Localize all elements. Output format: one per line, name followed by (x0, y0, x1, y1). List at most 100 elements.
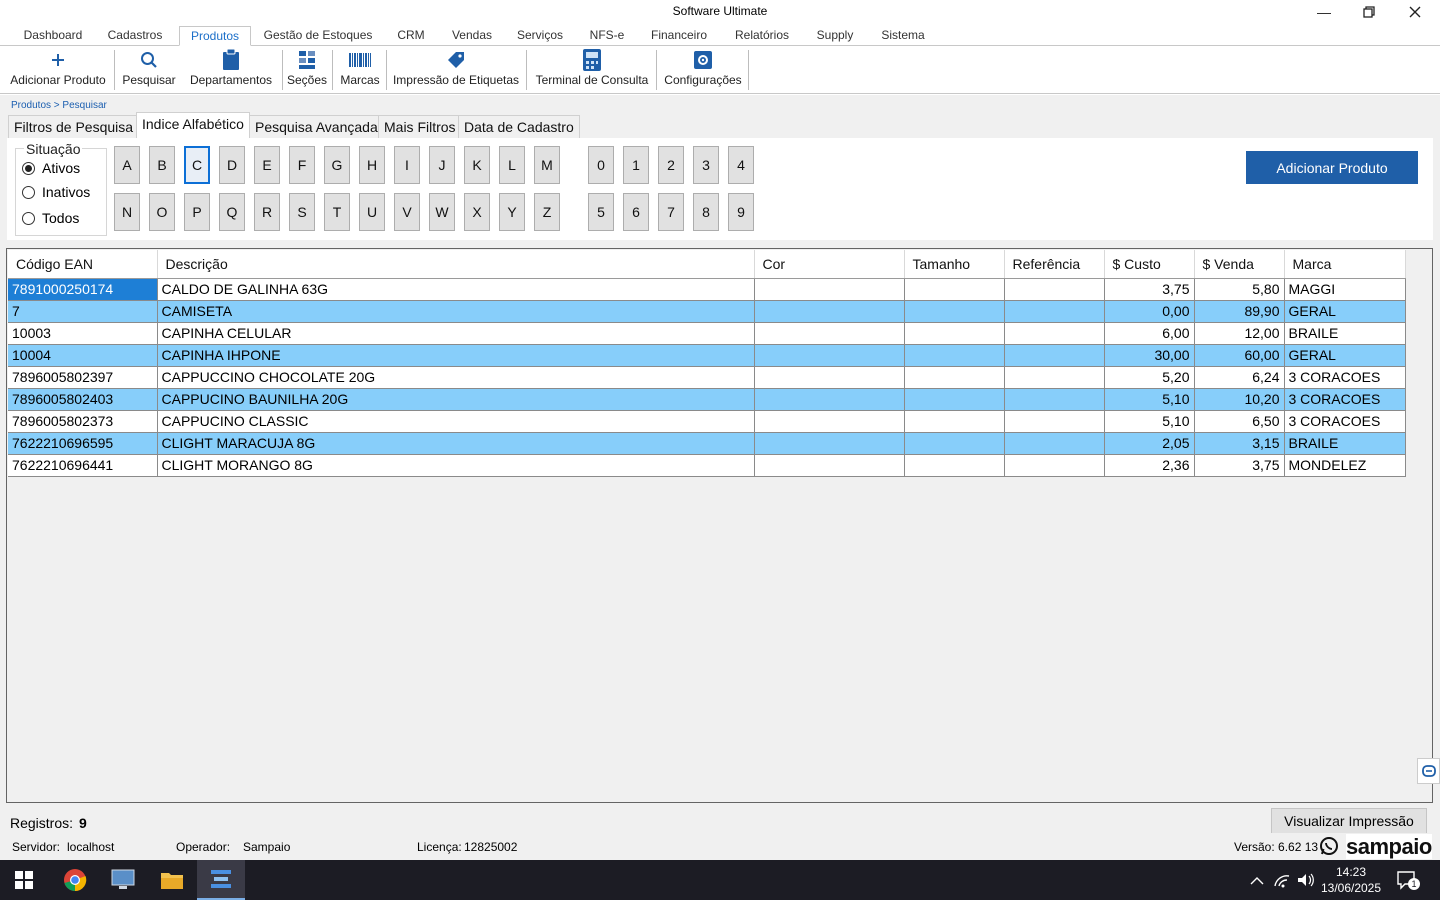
table-cell[interactable] (1004, 410, 1105, 433)
table-cell[interactable]: 3 CORACOES (1284, 388, 1406, 411)
table-cell[interactable] (754, 278, 905, 301)
table-cell[interactable]: 5,10 (1104, 388, 1195, 411)
table-cell[interactable]: 10003 (8, 322, 158, 345)
index-key-3[interactable]: 3 (693, 146, 719, 184)
table-cell[interactable]: BRAILE (1284, 322, 1406, 345)
table-row[interactable]: 10004 CAPINHA IHPONE 30,00 60,00 GERAL (8, 344, 1406, 367)
table-cell[interactable]: 5,80 (1194, 278, 1285, 301)
table-cell[interactable]: 6,24 (1194, 366, 1285, 389)
menu-crm[interactable]: CRM (390, 26, 432, 46)
table-cell[interactable] (904, 454, 1005, 477)
index-key-w[interactable]: W (429, 193, 455, 231)
index-key-t[interactable]: T (324, 193, 350, 231)
table-row[interactable]: 7896005802397 CAPPUCCINO CHOCOLATE 20G 5,2… (8, 366, 1406, 389)
table-cell[interactable]: 30,00 (1104, 344, 1195, 367)
taskbar-clock[interactable]: 14:23 13/06/2025 (1318, 864, 1384, 896)
table-cell[interactable] (754, 454, 905, 477)
table-cell[interactable] (904, 322, 1005, 345)
column-header[interactable]: Tamanho (904, 250, 1005, 279)
index-key-0[interactable]: 0 (588, 146, 614, 184)
table-cell[interactable]: 0,00 (1104, 300, 1195, 323)
index-key-1[interactable]: 1 (623, 146, 649, 184)
table-cell[interactable] (1004, 278, 1105, 301)
table-row[interactable]: 7891000250174 CALDO DE GALINHA 63G 3,75 5,8… (8, 278, 1406, 301)
menu-financeiro[interactable]: Financeiro (645, 26, 713, 46)
table-cell[interactable]: 89,90 (1194, 300, 1285, 323)
column-header[interactable]: $ Custo (1104, 250, 1195, 279)
table-cell[interactable] (754, 344, 905, 367)
column-header[interactable]: Marca (1284, 250, 1406, 279)
table-cell[interactable] (1004, 300, 1105, 323)
table-cell[interactable]: 5,20 (1104, 366, 1195, 389)
notifications-button[interactable]: 1 (1396, 870, 1420, 893)
table-cell[interactable]: 3 CORACOES (1284, 366, 1406, 389)
index-key-4[interactable]: 4 (728, 146, 754, 184)
table-row[interactable]: 7896005802403 CAPPUCINO BAUNILHA 20G 5,10 1… (8, 388, 1406, 411)
index-key-9[interactable]: 9 (728, 193, 754, 231)
table-cell[interactable]: BRAILE (1284, 432, 1406, 455)
table-cell[interactable]: CLIGHT MORANGO 8G (157, 454, 755, 477)
table-cell[interactable]: GERAL (1284, 300, 1406, 323)
table-cell[interactable] (904, 388, 1005, 411)
table-cell[interactable]: 7622210696595 (8, 432, 158, 455)
radio-inativos[interactable]: Inativos (22, 184, 90, 200)
table-cell[interactable] (754, 388, 905, 411)
index-key-n[interactable]: N (114, 193, 140, 231)
print-preview-button[interactable]: Visualizar Impressão (1271, 808, 1427, 834)
menu-cadastros[interactable]: Cadastros (99, 26, 171, 46)
table-cell[interactable]: CAPINHA IHPONE (157, 344, 755, 367)
table-row[interactable]: 7896005802373 CAPPUCINO CLASSIC 5,10 6,50 3 … (8, 410, 1406, 433)
index-key-2[interactable]: 2 (658, 146, 684, 184)
table-cell[interactable] (754, 432, 905, 455)
add-product-tool-button[interactable]: Adicionar Produto (4, 46, 112, 92)
table-cell[interactable]: 10004 (8, 344, 158, 367)
index-key-6[interactable]: 6 (623, 193, 649, 231)
index-key-7[interactable]: 7 (658, 193, 684, 231)
close-button[interactable] (1392, 0, 1438, 24)
search-tool-button[interactable]: Pesquisar (118, 46, 180, 92)
index-key-h[interactable]: H (359, 146, 385, 184)
menu-supply[interactable]: Supply (810, 26, 860, 46)
tab-filtros-pesquisa[interactable]: Filtros de Pesquisa (8, 115, 140, 139)
index-key-k[interactable]: K (464, 146, 490, 184)
column-header[interactable]: $ Venda (1194, 250, 1285, 279)
menu-relatorios[interactable]: Relatórios (727, 26, 797, 46)
table-row[interactable]: 10003 CAPINHA CELULAR 6,00 12,00 BRAILE (8, 322, 1406, 345)
settings-tool-button[interactable]: Configurações (660, 46, 746, 92)
menu-gestao-estoques[interactable]: Gestão de Estoques (260, 26, 376, 46)
table-cell[interactable]: 10,20 (1194, 388, 1285, 411)
brands-tool-button[interactable]: Marcas (336, 46, 384, 92)
index-key-q[interactable]: Q (219, 193, 245, 231)
column-header[interactable]: Referência (1004, 250, 1105, 279)
column-header[interactable]: Código EAN (8, 250, 158, 279)
table-cell[interactable]: CLIGHT MARACUJA 8G (157, 432, 755, 455)
table-cell[interactable] (904, 300, 1005, 323)
index-key-a[interactable]: A (114, 146, 140, 184)
radio-todos[interactable]: Todos (22, 210, 79, 226)
index-key-z[interactable]: Z (534, 193, 560, 231)
table-cell[interactable]: 5,10 (1104, 410, 1195, 433)
table-cell[interactable]: MONDELEZ (1284, 454, 1406, 477)
menu-nfse[interactable]: NFS-e (583, 26, 631, 46)
table-cell[interactable]: CAPPUCINO CLASSIC (157, 410, 755, 433)
column-header[interactable]: Cor (754, 250, 905, 279)
table-cell[interactable] (754, 322, 905, 345)
index-key-5[interactable]: 5 (588, 193, 614, 231)
table-cell[interactable]: 3,15 (1194, 432, 1285, 455)
index-key-u[interactable]: U (359, 193, 385, 231)
volume-icon[interactable] (1297, 872, 1315, 891)
index-key-x[interactable]: X (464, 193, 490, 231)
table-cell[interactable]: 3,75 (1194, 454, 1285, 477)
table-cell[interactable] (904, 366, 1005, 389)
table-cell[interactable]: CAPPUCINO BAUNILHA 20G (157, 388, 755, 411)
index-key-j[interactable]: J (429, 146, 455, 184)
table-cell[interactable]: 2,05 (1104, 432, 1195, 455)
column-header[interactable]: Descrição (157, 250, 755, 279)
index-key-8[interactable]: 8 (693, 193, 719, 231)
minimize-button[interactable]: — (1301, 0, 1347, 24)
tab-mais-filtros[interactable]: Mais Filtros (378, 115, 462, 139)
network-icon[interactable] (1273, 872, 1291, 891)
table-cell[interactable]: 7896005802403 (8, 388, 158, 411)
table-row[interactable]: 7622210696595 CLIGHT MARACUJA 8G 2,05 3,15 B… (8, 432, 1406, 455)
table-cell[interactable] (754, 300, 905, 323)
